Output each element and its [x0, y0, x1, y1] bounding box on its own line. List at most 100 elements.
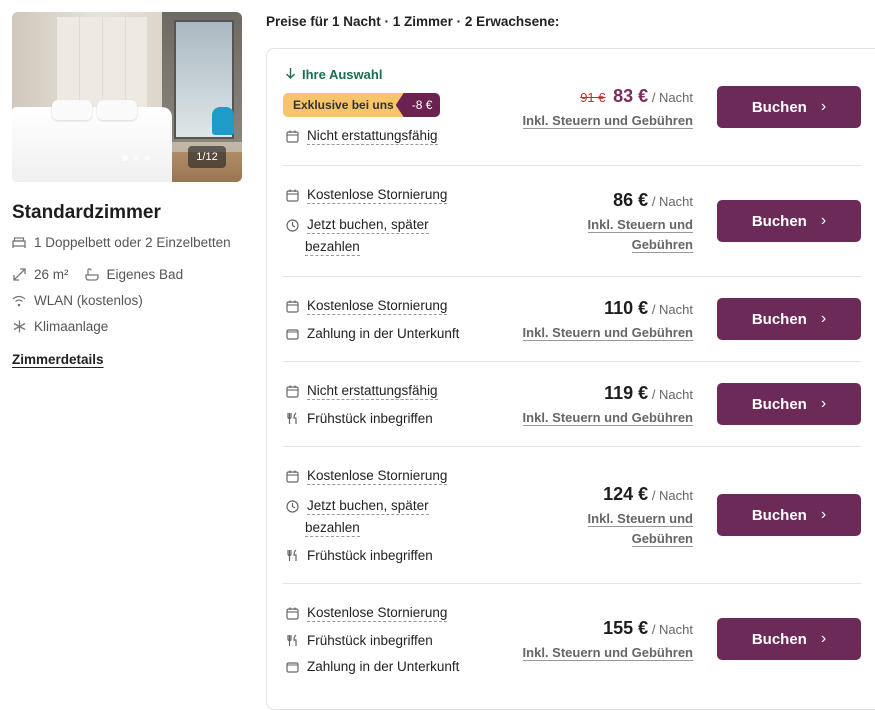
taxes-link[interactable]: Inkl. Steuern und Gebühren — [522, 323, 693, 343]
fork-knife-icon — [285, 549, 299, 563]
taxes-link[interactable]: Inkl. Steuern und Gebühren — [522, 111, 693, 131]
per-night: / Nacht — [651, 90, 693, 105]
rate-price: 86 € / Nacht — [613, 190, 693, 211]
rate-tag-label[interactable]: Nicht erstattungsfähig — [307, 127, 438, 145]
taxes-link-text[interactable]: Inkl. Steuern und — [587, 217, 693, 233]
rate-tag-label[interactable]: Kostenlose Stornierung — [307, 604, 448, 622]
book-button[interactable]: Buchen › — [717, 494, 861, 536]
taxes-link-text[interactable]: Gebühren — [631, 531, 693, 547]
room-details-link[interactable]: Zimmerdetails — [12, 352, 104, 367]
exclusive-badge: Exklusive bei uns -8 € — [283, 93, 441, 117]
feature-wifi-label: WLAN (kostenlos) — [34, 293, 143, 308]
rate-tag: Kostenlose Stornierung — [285, 604, 448, 622]
feature-bath-label: Eigenes Bad — [106, 267, 184, 282]
photo-chair — [212, 107, 234, 135]
taxes-link[interactable]: Gebühren — [631, 529, 693, 549]
wallet-icon — [285, 660, 299, 674]
chevron-right-icon: › — [820, 630, 827, 647]
taxes-link[interactable]: Inkl. Steuern und Gebühren — [522, 643, 693, 663]
rate-price: 119 € / Nacht — [604, 383, 693, 404]
chevron-right-icon: › — [820, 98, 827, 115]
taxes-link-text[interactable]: Inkl. Steuern und Gebühren — [522, 325, 693, 341]
exclusive-badge-discount: -8 € — [395, 93, 441, 117]
exclusive-badge-text: Exklusive bei uns — [283, 93, 404, 117]
rate-tag: Zahlung in der Unterkunft — [285, 658, 459, 675]
photo-dots[interactable] — [122, 155, 150, 161]
rate-tag-label[interactable]: Kostenlose Stornierung — [307, 467, 448, 485]
chevron-right-icon: › — [820, 506, 827, 523]
calendar-check-icon — [285, 188, 299, 202]
rate-tag: Frühstück inbegriffen — [285, 632, 433, 649]
fork-knife-icon — [285, 412, 299, 426]
taxes-link-text[interactable]: Inkl. Steuern und Gebühren — [522, 113, 693, 129]
taxes-link[interactable]: Inkl. Steuern und — [587, 509, 693, 529]
rate-tag: bezahlen — [305, 519, 360, 537]
wifi-icon — [12, 294, 26, 308]
expand-icon — [12, 268, 26, 282]
wallet-icon — [285, 327, 299, 341]
rate-divider — [283, 583, 861, 584]
taxes-link[interactable]: Inkl. Steuern und — [587, 215, 693, 235]
rate-tag: Frühstück inbegriffen — [285, 410, 433, 427]
taxes-link[interactable]: Inkl. Steuern und Gebühren — [522, 408, 693, 428]
chevron-right-icon: › — [820, 212, 827, 229]
clock-icon — [285, 499, 299, 513]
feature-wifi: WLAN (kostenlos) — [12, 293, 143, 308]
book-button[interactable]: Buchen › — [717, 383, 861, 425]
rate-tag: Kostenlose Stornierung — [285, 467, 448, 485]
taxes-link[interactable]: Gebühren — [631, 235, 693, 255]
rate-tag: Zahlung in der Unterkunft — [285, 325, 459, 342]
rate-divider — [283, 276, 861, 277]
rate-tag-label[interactable]: bezahlen — [305, 238, 360, 256]
rate-tag: Jetzt buchen, später — [285, 497, 429, 515]
rate-tag-label: Frühstück inbegriffen — [307, 633, 433, 648]
snowflake-icon — [12, 320, 26, 334]
rate-tag: bezahlen — [305, 238, 360, 256]
rate-tag-label[interactable]: Jetzt buchen, später — [307, 216, 429, 234]
book-button-label: Buchen — [751, 506, 807, 524]
rate-divider — [283, 361, 861, 362]
taxes-link-text[interactable]: Inkl. Steuern und — [587, 511, 693, 527]
rate-tag-label: Frühstück inbegriffen — [307, 411, 433, 426]
rate-tag: Frühstück inbegriffen — [285, 547, 433, 564]
photo-dot[interactable] — [144, 155, 150, 161]
rate-price: 91 € 83 € / Nacht — [580, 86, 693, 107]
rate-tag-label[interactable]: bezahlen — [305, 519, 360, 537]
price-amount: 155 € — [603, 618, 649, 638]
book-button[interactable]: Buchen › — [717, 200, 861, 242]
rate-tag-label[interactable]: Kostenlose Stornierung — [307, 186, 448, 204]
photo-bed — [12, 107, 172, 182]
feature-size-label: 26 m² — [34, 267, 69, 282]
price-amount: 124 € — [603, 484, 649, 504]
rate-tag-label[interactable]: Kostenlose Stornierung — [307, 297, 448, 315]
rate-tag-label: Frühstück inbegriffen — [307, 548, 433, 563]
book-button-label: Buchen — [751, 395, 807, 413]
rate-tag: Nicht erstattungsfähig — [285, 382, 438, 400]
calendar-check-icon — [285, 299, 299, 313]
taxes-link-text[interactable]: Gebühren — [631, 237, 693, 253]
taxes-link-text[interactable]: Inkl. Steuern und Gebühren — [522, 410, 693, 426]
clock-icon — [285, 218, 299, 232]
price-amount: 86 € — [613, 190, 649, 210]
book-button-label: Buchen — [751, 630, 807, 648]
photo-dot[interactable] — [133, 155, 139, 161]
calendar-check-icon — [285, 469, 299, 483]
per-night: / Nacht — [651, 387, 693, 402]
book-button[interactable]: Buchen › — [717, 298, 861, 340]
feature-bed: 1 Doppelbett oder 2 Einzelbetten — [12, 235, 231, 250]
book-button[interactable]: Buchen › — [717, 86, 861, 128]
rate-tag: Kostenlose Stornierung — [285, 186, 448, 204]
rate-tag-label[interactable]: Nicht erstattungsfähig — [307, 382, 438, 400]
per-night: / Nacht — [651, 622, 693, 637]
rate-tag: Nicht erstattungsfähig — [285, 127, 438, 145]
price-amount: 119 € — [604, 383, 649, 403]
feature-ac: Klimaanlage — [12, 319, 108, 334]
rate-tag: Kostenlose Stornierung — [285, 297, 448, 315]
book-button[interactable]: Buchen › — [717, 618, 861, 660]
book-button-label: Buchen — [751, 212, 807, 230]
rate-tag-label[interactable]: Jetzt buchen, später — [307, 497, 429, 515]
feature-bed-label: 1 Doppelbett oder 2 Einzelbetten — [34, 235, 231, 250]
photo-dot[interactable] — [122, 155, 128, 161]
taxes-link-text[interactable]: Inkl. Steuern und Gebühren — [522, 645, 693, 661]
per-night: / Nacht — [651, 194, 693, 209]
